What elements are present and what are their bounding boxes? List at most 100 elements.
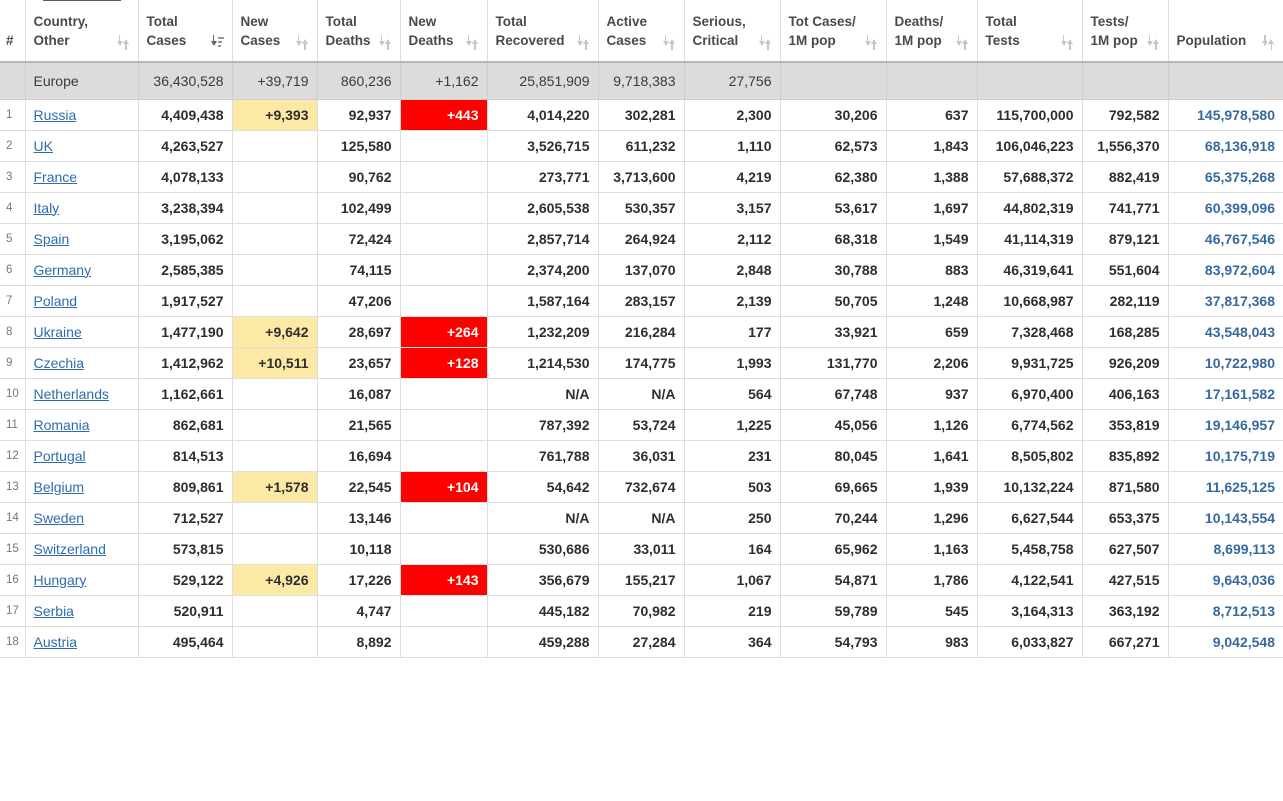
cell-casesPerM (779, 61, 887, 100)
row-country: Belgium (24, 470, 139, 503)
row-rank: 6 (0, 253, 26, 286)
country-link[interactable]: UK (34, 138, 53, 154)
country-link[interactable]: Russia (34, 107, 77, 123)
cell-totalRecovered: 273,771 (486, 160, 599, 193)
column-header-active-cases[interactable]: Active Cases (597, 0, 685, 63)
cell-totalTests: 10,668,987 (976, 284, 1083, 317)
row-country: Romania (24, 408, 139, 441)
table-row: 12 Portugal 814,513 16,694 761,788 36,031 231 8… (0, 439, 1283, 472)
sort-both-icon[interactable] (576, 35, 590, 50)
cell-totalRecovered: N/A (486, 377, 599, 410)
coronavirus-country-table: # Country, Other Total Cases New Cases T… (0, 0, 1283, 658)
cell-newDeaths-highlight: +443 (399, 98, 488, 131)
column-header-new-cases[interactable]: New Cases (231, 0, 318, 63)
cell-newCases-highlight: +4,926 (231, 563, 318, 596)
cell-totalCases: 520,911 (137, 594, 233, 627)
country-link[interactable]: Switzerland (34, 541, 106, 557)
country-link[interactable]: Ukraine (34, 324, 82, 340)
cell-activeCases: N/A (597, 377, 685, 410)
column-header-serious-critical[interactable]: Serious, Critical (683, 0, 781, 63)
row-country: Switzerland (24, 532, 139, 565)
column-header-total-cases[interactable]: Total Cases (137, 0, 233, 63)
cell-population: 17,161,582 (1167, 377, 1283, 410)
sort-both-icon[interactable] (662, 35, 676, 50)
country-link[interactable]: Hungary (34, 572, 87, 588)
table-body: Europe 36,430,528 +39,719 860,236 +1,162 25,8… (0, 61, 1283, 658)
sort-both-icon[interactable] (1262, 35, 1275, 50)
sort-both-icon[interactable] (116, 35, 130, 50)
country-link[interactable]: France (34, 169, 78, 185)
country-link[interactable]: Portugal (34, 448, 86, 464)
sort-both-icon[interactable] (864, 35, 878, 50)
sort-both-icon[interactable] (1060, 35, 1074, 50)
cell-activeCases: 3,713,600 (597, 160, 685, 193)
column-header-population[interactable]: Population (1167, 0, 1283, 63)
sort-both-icon[interactable] (955, 35, 969, 50)
country-link[interactable]: Germany (34, 262, 92, 278)
table-header-row: # Country, Other Total Cases New Cases T… (0, 0, 1283, 63)
cell-population: 9,042,548 (1167, 625, 1283, 658)
cell-totalCases: 495,464 (137, 625, 233, 658)
table-row: 9 Czechia 1,412,962 +10,511 23,657 +128 1,214,… (0, 346, 1283, 379)
sort-both-icon[interactable] (378, 35, 392, 50)
cell-totalCases: 36,430,528 (137, 61, 233, 100)
sort-both-icon[interactable] (465, 35, 479, 50)
cell-serious: 503 (683, 470, 781, 503)
cell-population (1167, 61, 1283, 100)
sort-both-icon[interactable] (1146, 35, 1160, 50)
cell-totalCases: 4,263,527 (137, 129, 233, 162)
country-link[interactable]: Romania (34, 417, 90, 433)
row-country: Hungary (24, 563, 139, 596)
cell-totalDeaths: 74,115 (316, 253, 401, 286)
country-link[interactable]: Belgium (34, 479, 85, 495)
cell-casesPerM: 80,045 (779, 439, 887, 472)
country-link[interactable]: Sweden (34, 510, 85, 526)
cell-casesPerM: 54,871 (779, 563, 887, 596)
column-header-tests-per-million[interactable]: Tests/ 1M pop (1081, 0, 1169, 63)
sort-both-icon[interactable] (295, 35, 309, 50)
sort-both-icon[interactable] (758, 35, 772, 50)
cell-activeCases: 283,157 (597, 284, 685, 317)
cell-deathsPerM: 659 (885, 315, 978, 348)
column-header-total-recovered[interactable]: Total Recovered (486, 0, 599, 63)
cell-testsPerM: 168,285 (1081, 315, 1169, 348)
cell-testsPerM: 879,121 (1081, 222, 1169, 255)
row-country: Italy (24, 191, 139, 224)
country-link[interactable]: Netherlands (34, 386, 110, 402)
table-row: 18 Austria 495,464 8,892 459,288 27,284 364 54,… (0, 625, 1283, 658)
table-row: 16 Hungary 529,122 +4,926 17,226 +143 356,679 1… (0, 563, 1283, 596)
column-header-country[interactable]: Country, Other (24, 0, 139, 63)
country-link[interactable]: Poland (34, 293, 78, 309)
table-row: 10 Netherlands 1,162,661 16,087 N/A N/A 564 67,… (0, 377, 1283, 410)
cell-serious: 564 (683, 377, 781, 410)
cell-casesPerM: 50,705 (779, 284, 887, 317)
country-link[interactable]: Czechia (34, 355, 85, 371)
country-link[interactable]: Serbia (34, 603, 74, 619)
country-link[interactable]: Spain (34, 231, 70, 247)
cell-totalRecovered: 3,526,715 (486, 129, 599, 162)
cell-totalCases: 814,513 (137, 439, 233, 472)
column-header-new-deaths[interactable]: New Deaths (399, 0, 488, 63)
cell-totalTests: 6,033,827 (976, 625, 1083, 658)
cell-testsPerM: 741,771 (1081, 191, 1169, 224)
column-header-deaths-per-million[interactable]: Deaths/ 1M pop (885, 0, 978, 63)
cell-deathsPerM: 2,206 (885, 346, 978, 379)
row-rank: 15 (0, 532, 26, 565)
country-link[interactable]: Italy (34, 200, 60, 216)
cell-population: 43,548,043 (1167, 315, 1283, 348)
cell-newDeaths (399, 625, 488, 658)
cell-totalRecovered: 459,288 (486, 625, 599, 658)
column-header-total-deaths[interactable]: Total Deaths (316, 0, 401, 63)
column-header-rank[interactable]: # (0, 0, 26, 63)
cell-serious: 1,225 (683, 408, 781, 441)
sort-descending-icon[interactable] (210, 35, 224, 50)
column-header-total-tests[interactable]: Total Tests (976, 0, 1083, 63)
cell-serious: 27,756 (683, 61, 781, 100)
cell-testsPerM (1081, 61, 1169, 100)
table-row: 2 UK 4,263,527 125,580 3,526,715 611,232 1,110… (0, 129, 1283, 162)
cell-testsPerM: 282,119 (1081, 284, 1169, 317)
row-country: Germany (24, 253, 139, 286)
country-link[interactable]: Austria (34, 634, 78, 650)
cell-population: 83,972,604 (1167, 253, 1283, 286)
column-header-cases-per-million[interactable]: Tot Cases/ 1M pop (779, 0, 887, 63)
